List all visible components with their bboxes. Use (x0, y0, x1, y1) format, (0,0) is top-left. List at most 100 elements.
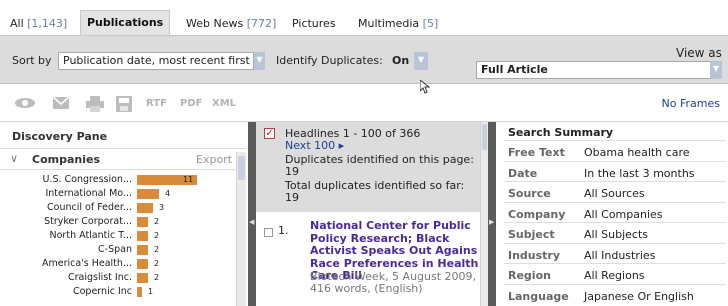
duplicates-page-label: Duplicates identified on this page: (285, 153, 474, 166)
collapse-right-icon[interactable]: ▶ (489, 218, 494, 226)
summary-key: Language (508, 289, 569, 303)
summary-key: Free Text (508, 146, 565, 159)
company-bar[interactable] (137, 245, 148, 255)
identify-duplicates-value[interactable]: On (392, 54, 409, 67)
collapse-left-icon[interactable]: ◀ (249, 218, 254, 226)
tab-pictures[interactable]: Pictures (286, 14, 342, 36)
sort-select-value: Publication date, most recent first (63, 54, 250, 67)
summary-value: Japanese Or English (584, 289, 694, 303)
company-row[interactable]: America's Health... 2 (0, 258, 238, 270)
tab-web-news[interactable]: Web News [772] (180, 14, 282, 36)
summary-key: Source (508, 187, 551, 200)
pdf-button[interactable]: PDF (180, 98, 202, 109)
eye-icon[interactable] (14, 96, 36, 113)
result-tabs: All [1,143] Publications Web News [772] … (0, 0, 728, 36)
left-splitter[interactable]: ◀ (248, 122, 256, 306)
summary-value: All Subjects (584, 228, 648, 241)
companies-header[interactable]: ∨ Companies Export (0, 148, 246, 170)
tab-web-news-label: Web News (186, 17, 244, 30)
tab-multimedia[interactable]: Multimedia [5] (352, 14, 444, 36)
tab-multimedia-count: [5] (422, 17, 439, 30)
company-bar[interactable] (137, 217, 148, 227)
company-name: North Atlantic T... (49, 230, 132, 241)
company-count: 1 (148, 287, 154, 296)
tab-all[interactable]: All [1,143] (4, 14, 73, 36)
summary-value: All Companies (584, 207, 663, 221)
view-as-select[interactable]: Full Article (476, 61, 722, 79)
email-icon[interactable] (52, 96, 70, 113)
duplicates-total-value: 19 (285, 191, 299, 204)
duplicates-total-label: Total duplicates identified so far: (285, 179, 465, 192)
view-as-label: View as (676, 46, 722, 60)
right-splitter[interactable]: ▶ (488, 122, 496, 306)
summary-value: In the last 3 months (584, 166, 695, 180)
company-bar[interactable] (137, 259, 148, 269)
company-count: 4 (165, 189, 171, 198)
export-link[interactable]: Export (196, 153, 232, 166)
company-bar[interactable] (137, 189, 159, 199)
headlines-header: ✓ Headlines 1 - 100 of 366 Next 100 ▸ Du… (256, 122, 488, 212)
summary-key: Date (508, 166, 538, 180)
next-100-link[interactable]: Next 100 ▸ (285, 140, 344, 152)
discovery-scrollbar[interactable] (236, 152, 246, 306)
companies-title: Companies (32, 153, 100, 166)
summary-row: Industry All Industries (504, 242, 726, 265)
summary-row: Language Japanese Or English (504, 283, 726, 306)
discovery-scrollbar-thumb[interactable] (238, 156, 245, 180)
company-row[interactable]: International Mo... 4 (0, 188, 238, 200)
company-row[interactable]: Stryker Corporat... 2 (0, 216, 238, 228)
print-icon[interactable] (86, 96, 104, 115)
company-count: 2 (154, 231, 160, 240)
no-frames-link[interactable]: No Frames (662, 97, 720, 110)
company-row[interactable]: Craigslist Inc. 2 (0, 272, 238, 284)
company-bar[interactable] (137, 203, 153, 213)
company-name: C-Span (98, 244, 132, 255)
chevron-down-icon[interactable]: ∨ (10, 152, 18, 165)
xml-button[interactable]: XML (212, 98, 236, 109)
company-count: 3 (159, 203, 165, 212)
summary-value: All Industries (584, 248, 656, 262)
company-count: 2 (154, 217, 160, 226)
headlines-scrollbar-thumb[interactable] (482, 124, 487, 150)
company-row[interactable]: U.S. Congression... 11 (0, 174, 238, 186)
save-icon[interactable] (116, 96, 132, 115)
summary-row: Source All Sources (504, 181, 726, 203)
company-bar[interactable] (137, 231, 148, 241)
identify-duplicates-label: Identify Duplicates: (276, 54, 383, 67)
view-dropdown-arrow-icon[interactable]: ▼ (710, 61, 722, 79)
rtf-button[interactable]: RTF (146, 98, 167, 109)
company-bar[interactable] (137, 273, 148, 283)
company-row[interactable]: North Atlantic T... 2 (0, 230, 238, 242)
summary-value: All Regions (584, 269, 645, 282)
headlines-pane: ✓ Headlines 1 - 100 of 366 Next 100 ▸ Du… (256, 122, 488, 306)
summary-key: Subject (508, 228, 555, 241)
sort-by-label: Sort by (12, 54, 52, 67)
sort-dropdown-arrow-icon[interactable]: ▼ (254, 52, 265, 70)
duplicates-dropdown-arrow-icon[interactable]: ▼ (414, 52, 428, 70)
tab-publications[interactable]: Publications (80, 10, 171, 36)
company-count: 2 (154, 273, 160, 282)
tab-pictures-label: Pictures (292, 17, 336, 30)
company-count: 11 (183, 175, 194, 184)
company-row[interactable]: Copernic Inc 1 (0, 286, 238, 298)
company-row[interactable]: C-Span 2 (0, 244, 238, 256)
summary-key: Industry (508, 248, 561, 262)
select-all-checkbox[interactable]: ✓ (264, 128, 275, 139)
tab-all-count: [1,143] (27, 17, 68, 30)
tab-publications-label: Publications (87, 16, 164, 29)
summary-key: Company (508, 207, 566, 221)
discovery-pane-title: Discovery Pane (12, 130, 108, 143)
sort-select[interactable]: Publication date, most recent first (58, 52, 254, 70)
duplicates-page-value: 19 (285, 165, 299, 178)
summary-row: Free Text Obama health care (504, 140, 726, 162)
company-row[interactable]: Council of Feder... 3 (0, 202, 238, 214)
tab-web-news-count: [772] (246, 17, 277, 30)
company-name: Craigslist Inc. (67, 272, 132, 283)
headline-meta: Biotech Week, 5 August 2009, 416 words, … (310, 270, 477, 295)
headline-checkbox[interactable] (264, 228, 273, 237)
search-summary-title: Search Summary (508, 126, 614, 139)
company-bar[interactable] (137, 287, 142, 297)
company-name: U.S. Congression... (42, 174, 132, 185)
action-toolbar: RTF PDF XML No Frames (0, 78, 728, 122)
sort-bar: Sort by Publication date, most recent fi… (0, 36, 728, 84)
